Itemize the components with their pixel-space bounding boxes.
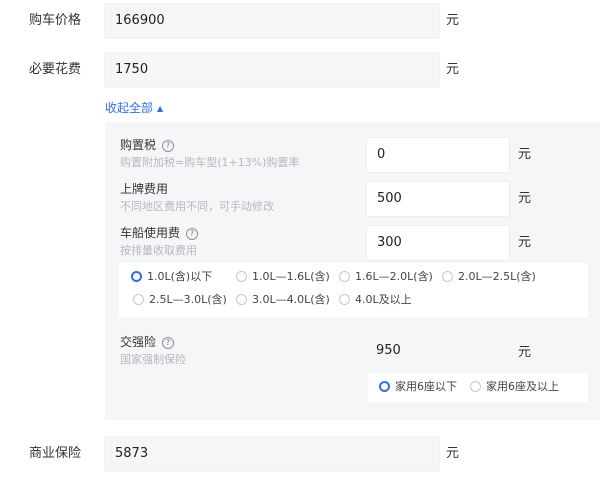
radio-icon <box>470 381 481 392</box>
radio-icon <box>236 294 247 305</box>
option-label: 2.5L—3.0L(含) <box>149 293 227 306</box>
displacement-option[interactable]: 2.5L—3.0L(含) <box>133 292 227 308</box>
compulsory-insurance-value: 950 <box>376 343 401 358</box>
displacement-option[interactable]: 1.0L(含)以下 <box>131 269 212 285</box>
required-fees-label: 必要花费 <box>29 62 82 77</box>
seat-options: 家用6座以下 家用6座及以上 <box>368 373 588 402</box>
collapse-all-label: 收起全部 <box>105 101 154 115</box>
radio-icon <box>133 294 144 305</box>
radio-icon <box>236 271 247 282</box>
help-icon[interactable]: ? <box>162 140 175 152</box>
option-label: 1.6L—2.0L(含) <box>355 270 433 283</box>
displacement-option[interactable]: 1.0L—1.6L(含) <box>236 269 330 285</box>
required-fees-unit: 元 <box>446 62 460 77</box>
radio-icon <box>442 271 453 282</box>
compulsory-insurance-unit: 元 <box>518 345 532 360</box>
displacement-option[interactable]: 1.6L—2.0L(含) <box>339 269 433 285</box>
displacement-options: 1.0L(含)以下 1.0L—1.6L(含) 1.6L—2.0L(含) 2.0L… <box>119 263 588 318</box>
required-fees-input[interactable]: 1750 <box>104 52 440 88</box>
option-label: 家用6座以下 <box>395 380 457 393</box>
help-icon[interactable]: ? <box>162 337 175 349</box>
displacement-option[interactable]: 4.0L及以上 <box>339 292 412 308</box>
option-label: 3.0L—4.0L(含) <box>252 293 330 306</box>
option-label: 4.0L及以上 <box>355 293 412 306</box>
option-label: 家用6座及以上 <box>486 380 559 393</box>
compulsory-insurance-title-text: 交强险 <box>120 335 157 349</box>
vehicle-tax-title-text: 车船使用费 <box>120 226 181 240</box>
caret-up-icon: ▲ <box>157 104 164 113</box>
displacement-option[interactable]: 2.0L—2.5L(含) <box>442 269 536 285</box>
help-icon[interactable]: ? <box>186 228 199 240</box>
car-price-label: 购车价格 <box>29 13 82 28</box>
car-price-unit: 元 <box>446 13 460 28</box>
purchase-tax-desc: 购置附加税=购车型(1+13%)购置率 <box>120 156 300 169</box>
option-label: 1.0L—1.6L(含) <box>252 270 330 283</box>
radio-checked-icon <box>131 271 142 282</box>
plate-fee-title: 上牌费用 <box>120 182 169 196</box>
purchase-tax-unit: 元 <box>518 147 532 162</box>
commercial-insurance-unit: 元 <box>446 446 460 461</box>
radio-icon <box>339 271 350 282</box>
option-label: 2.0L—2.5L(含) <box>458 270 536 283</box>
option-label: 1.0L(含)以下 <box>147 270 213 283</box>
vehicle-tax-input[interactable]: 300 <box>366 225 510 261</box>
vehicle-tax-desc: 按排量收取费用 <box>120 244 197 257</box>
radio-icon <box>339 294 350 305</box>
plate-fee-desc: 不同地区费用不同，可手动修改 <box>120 200 274 213</box>
compulsory-insurance-desc: 国家强制保险 <box>120 353 186 366</box>
purchase-tax-title: 购置税? <box>120 137 175 153</box>
seat-option[interactable]: 家用6座以下 <box>379 379 457 395</box>
purchase-tax-input[interactable]: 0 <box>366 137 510 173</box>
displacement-option[interactable]: 3.0L—4.0L(含) <box>236 292 330 308</box>
collapse-all-link[interactable]: 收起全部 ▲ <box>105 99 163 118</box>
commercial-insurance-input[interactable]: 5873 <box>104 436 440 472</box>
compulsory-insurance-title: 交强险? <box>120 334 175 350</box>
seat-option[interactable]: 家用6座及以上 <box>470 379 559 395</box>
plate-fee-unit: 元 <box>518 191 532 206</box>
plate-fee-input[interactable]: 500 <box>366 181 510 217</box>
vehicle-tax-title: 车船使用费? <box>120 225 199 241</box>
vehicle-tax-unit: 元 <box>518 235 532 250</box>
radio-checked-icon <box>379 381 390 392</box>
car-price-input[interactable]: 166900 <box>104 3 440 39</box>
purchase-tax-title-text: 购置税 <box>120 138 157 152</box>
commercial-insurance-label: 商业保险 <box>29 446 82 461</box>
